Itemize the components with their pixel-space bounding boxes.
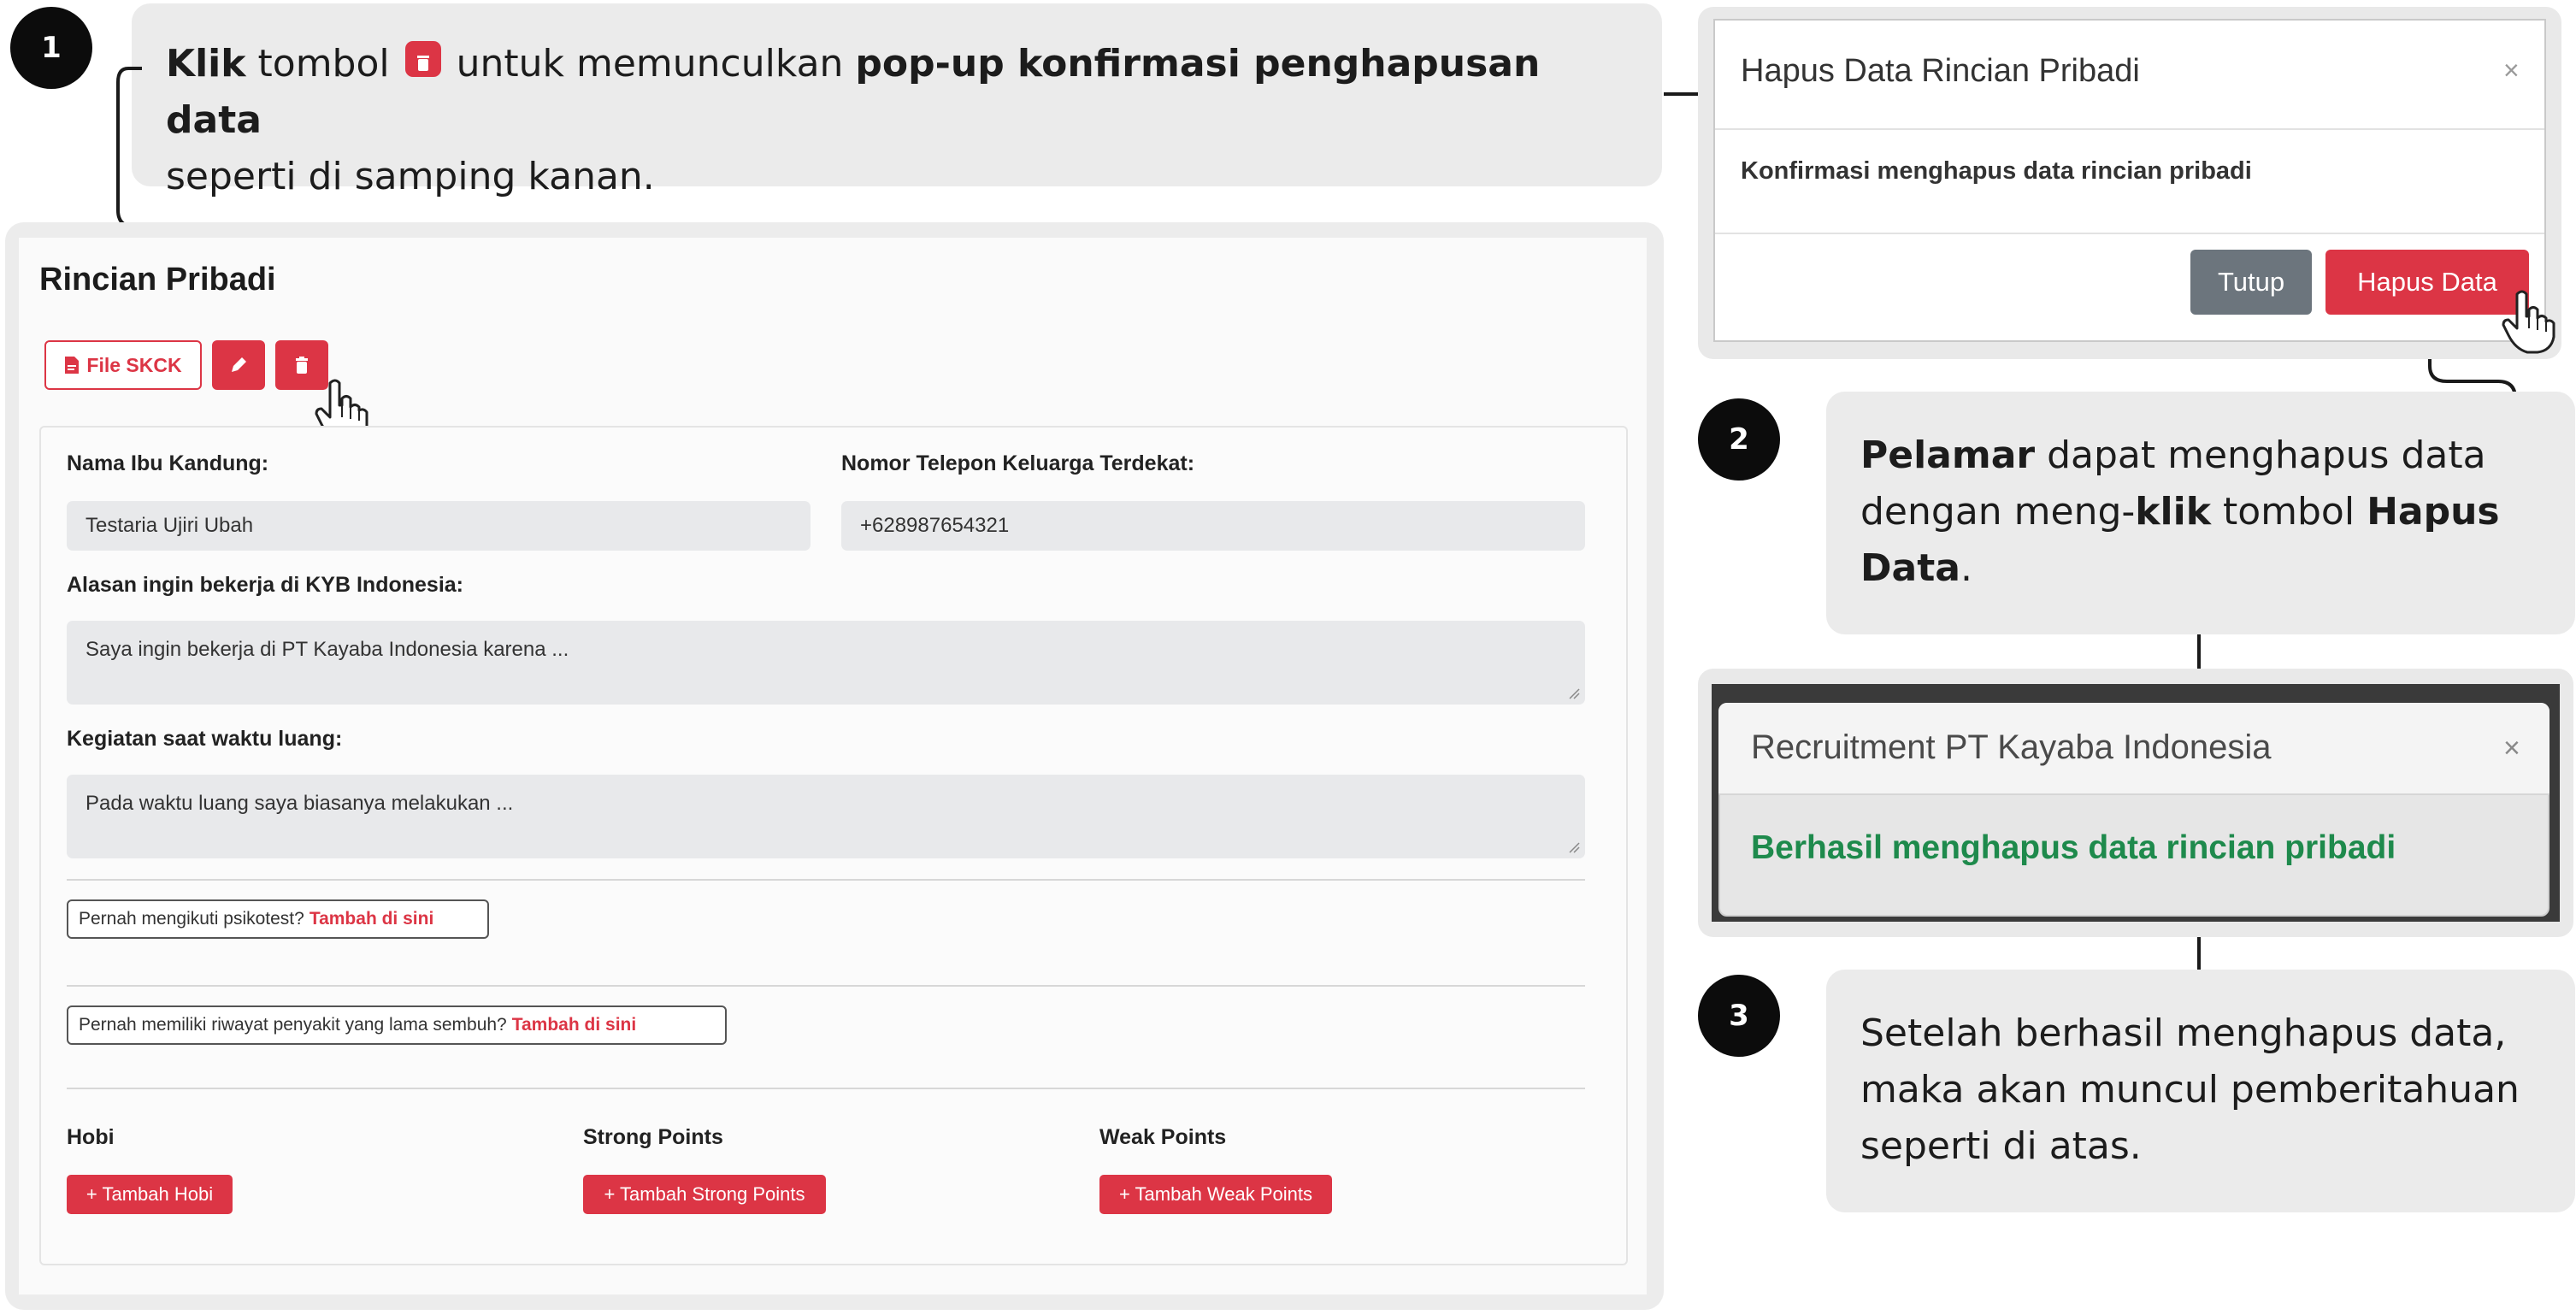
add-strong-points-button[interactable]: + Tambah Strong Points xyxy=(583,1175,826,1214)
kegiatan-value: Pada waktu luang saya biasanya melakukan… xyxy=(85,792,514,815)
label-nama-ibu: Nama Ibu Kandung: xyxy=(67,451,269,475)
step-number-2: 2 xyxy=(1698,398,1780,481)
step-2-text-part: . xyxy=(1960,546,1972,590)
nama-ibu-input[interactable]: Testaria Ujiri Ubah xyxy=(67,501,811,551)
page-title: Rincian Pribadi xyxy=(39,262,276,298)
divider xyxy=(1715,128,2544,130)
psikotest-add-link[interactable]: Tambah di sini xyxy=(309,909,433,929)
confirm-modal-message: Konfirmasi menghapus data rincian pribad… xyxy=(1741,157,2252,185)
pencil-icon xyxy=(232,357,246,372)
step-2-text-part: klik xyxy=(2135,490,2211,534)
step-2-text-part: tombol xyxy=(2210,490,2367,534)
penyakit-prompt: Pernah memiliki riwayat penyakit yang la… xyxy=(67,1005,727,1045)
telepon-input[interactable]: +628987654321 xyxy=(841,501,1585,551)
resize-handle-icon[interactable] xyxy=(1568,687,1580,699)
close-icon[interactable]: × xyxy=(2503,55,2520,86)
close-icon[interactable]: × xyxy=(2503,732,2520,765)
penyakit-add-link[interactable]: Tambah di sini xyxy=(512,1015,636,1035)
tutup-button[interactable]: Tutup xyxy=(2190,250,2312,315)
confirm-modal-title: Hapus Data Rincian Pribadi xyxy=(1741,53,2140,89)
hand-cursor-icon xyxy=(2502,290,2555,354)
resize-handle-icon[interactable] xyxy=(1568,841,1580,853)
step-number-3: 3 xyxy=(1698,975,1780,1057)
edit-button[interactable] xyxy=(212,340,265,390)
step-3-text: Setelah berhasil menghapus data, maka ak… xyxy=(1860,1011,2520,1168)
file-skck-label: File SKCK xyxy=(86,353,182,376)
file-pdf-icon xyxy=(65,357,80,374)
strong-points-title: Strong Points xyxy=(583,1125,723,1149)
divider xyxy=(67,1088,1585,1089)
label-alasan: Alasan ingin bekerja di KYB Indonesia: xyxy=(67,573,463,597)
divider xyxy=(1715,233,2544,234)
psikotest-prompt: Pernah mengikuti psikotest? Tambah di sin… xyxy=(67,899,489,939)
divider xyxy=(67,879,1585,881)
alasan-textarea[interactable]: Saya ingin bekerja di PT Kayaba Indonesi… xyxy=(67,621,1585,705)
weak-points-title: Weak Points xyxy=(1099,1125,1227,1149)
step-3-callout: Setelah berhasil menghapus data, maka ak… xyxy=(1826,970,2575,1212)
add-hobi-button[interactable]: + Tambah Hobi xyxy=(67,1175,233,1214)
divider xyxy=(67,985,1585,987)
label-telepon: Nomor Telepon Keluarga Terdekat: xyxy=(841,451,1195,475)
file-skck-button[interactable]: File SKCK xyxy=(44,340,202,390)
success-message: Berhasil menghapus data rincian pribadi xyxy=(1751,829,2396,866)
label-kegiatan: Kegiatan saat waktu luang: xyxy=(67,727,343,751)
hobi-title: Hobi xyxy=(67,1125,115,1149)
step-2-text-part: Pelamar xyxy=(1860,433,2036,477)
step-2-callout: Pelamar dapat menghapus data dengan meng… xyxy=(1826,392,2575,634)
success-modal-title: Recruitment PT Kayaba Indonesia xyxy=(1751,728,2272,766)
add-weak-points-button[interactable]: + Tambah Weak Points xyxy=(1099,1175,1332,1214)
psikotest-question: Pernah mengikuti psikotest? xyxy=(79,909,304,929)
penyakit-question: Pernah memiliki riwayat penyakit yang la… xyxy=(79,1015,507,1035)
alasan-value: Saya ingin bekerja di PT Kayaba Indonesi… xyxy=(85,638,569,661)
hapus-data-button[interactable]: Hapus Data xyxy=(2325,250,2529,315)
trash-icon xyxy=(296,357,308,374)
kegiatan-textarea[interactable]: Pada waktu luang saya biasanya melakukan… xyxy=(67,775,1585,858)
